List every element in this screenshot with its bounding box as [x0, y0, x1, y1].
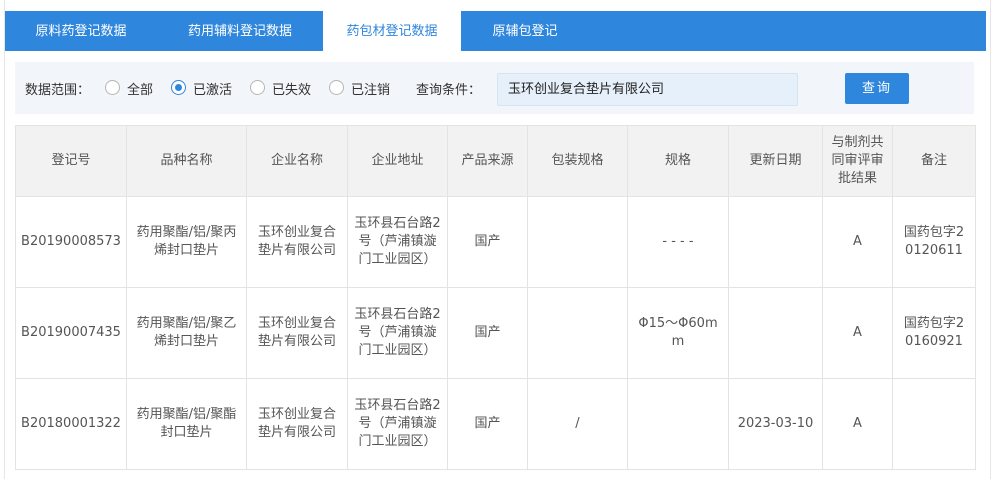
cell-spec: - - - -	[627, 196, 729, 288]
cell-package	[527, 196, 628, 288]
condition-label: 查询条件：	[416, 83, 482, 98]
header-reg-no: 登记号	[15, 125, 127, 197]
cell-review-result: A	[822, 287, 893, 379]
cell-company: 玉环创业复合垫片有限公司	[246, 378, 348, 470]
cell-product-name: 药用聚酯/铝/聚乙烯封口垫片	[126, 287, 247, 379]
cell-address: 玉环县石台路2号（芦浦镇漩门工业园区）	[347, 378, 448, 470]
header-remark: 备注	[892, 125, 976, 197]
header-product-name: 品种名称	[126, 125, 247, 197]
radio-label: 全部	[127, 83, 154, 98]
cell-remark	[892, 378, 976, 470]
radio-label: 已激活	[193, 83, 233, 98]
cell-company: 玉环创业复合垫片有限公司	[246, 196, 348, 288]
radio-circle	[171, 80, 186, 95]
table-header-row: 登记号 品种名称 企业名称 企业地址 产品来源 包装规格 规格 更新日期 与制剂…	[15, 125, 976, 197]
radio-circle	[250, 80, 265, 95]
cell-reg-no: B20190008573	[15, 196, 127, 288]
radio-label: 已失效	[272, 83, 312, 98]
cell-package: /	[527, 378, 628, 470]
header-source: 产品来源	[447, 125, 528, 197]
cell-product-name: 药用聚酯/铝/聚丙烯封口垫片	[126, 196, 247, 288]
cell-company: 玉环创业复合垫片有限公司	[246, 287, 348, 379]
table-row[interactable]: B20190007435 药用聚酯/铝/聚乙烯封口垫片 玉环创业复合垫片有限公司…	[15, 287, 976, 379]
cell-spec	[627, 378, 729, 470]
cell-update-date	[728, 196, 823, 288]
header-package: 包装规格	[527, 125, 628, 197]
cell-reg-no: B20180001322	[15, 378, 127, 470]
radio-circle	[105, 80, 120, 95]
query-input[interactable]: 玉环创业复合垫片有限公司	[497, 73, 798, 106]
scope-label: 数据范围：	[25, 83, 91, 98]
filter-bar: 数据范围： 全部 已激活 已失效 已注销 查询条件：	[15, 62, 974, 114]
cell-remark: 国药包字20160921	[892, 287, 976, 379]
cell-remark: 国药包字20120611	[892, 196, 976, 288]
tab-packaging-registration[interactable]: 药包材登记数据	[323, 11, 461, 52]
cell-reg-no: B20190007435	[15, 287, 127, 379]
radio-label: 已注销	[351, 83, 391, 98]
header-review-result: 与制剂共同审评审批结果	[822, 125, 893, 197]
cell-source: 国产	[447, 378, 528, 470]
cell-source: 国产	[447, 196, 528, 288]
results-table: 登记号 品种名称 企业名称 企业地址 产品来源 包装规格 规格 更新日期 与制剂…	[15, 125, 976, 470]
table-row[interactable]: B20180001322 药用聚酯/铝/聚酯封口垫片 玉环创业复合垫片有限公司 …	[15, 378, 976, 470]
cell-update-date	[728, 287, 823, 379]
tab-excipient-registration[interactable]: 药用辅料登记数据	[157, 11, 323, 51]
cell-address: 玉环县石台路2号（芦浦镇漩门工业园区）	[347, 196, 448, 288]
cell-spec: Φ15～Φ60mm	[627, 287, 729, 379]
cell-review-result: A	[822, 378, 893, 470]
table-row[interactable]: B20190008573 药用聚酯/铝/聚丙烯封口垫片 玉环创业复合垫片有限公司…	[15, 196, 976, 288]
header-update-date: 更新日期	[728, 125, 823, 197]
tab-api-excipient-packaging[interactable]: 原辅包登记	[461, 11, 589, 51]
tab-api-registration[interactable]: 原料药登记数据	[5, 11, 157, 51]
radio-circle	[329, 80, 344, 95]
cell-review-result: A	[822, 196, 893, 288]
cell-source: 国产	[447, 287, 528, 379]
query-button[interactable]: 查询	[845, 73, 909, 104]
cell-update-date: 2023-03-10	[728, 378, 823, 470]
tab-bar: 原料药登记数据 药用辅料登记数据 药包材登记数据 原辅包登记	[5, 11, 986, 52]
cell-address: 玉环县石台路2号（芦浦镇漩门工业园区）	[347, 287, 448, 379]
header-company: 企业名称	[246, 125, 348, 197]
header-spec: 规格	[627, 125, 729, 197]
header-address: 企业地址	[347, 125, 448, 197]
cell-package	[527, 287, 628, 379]
cell-product-name: 药用聚酯/铝/聚酯封口垫片	[126, 378, 247, 470]
